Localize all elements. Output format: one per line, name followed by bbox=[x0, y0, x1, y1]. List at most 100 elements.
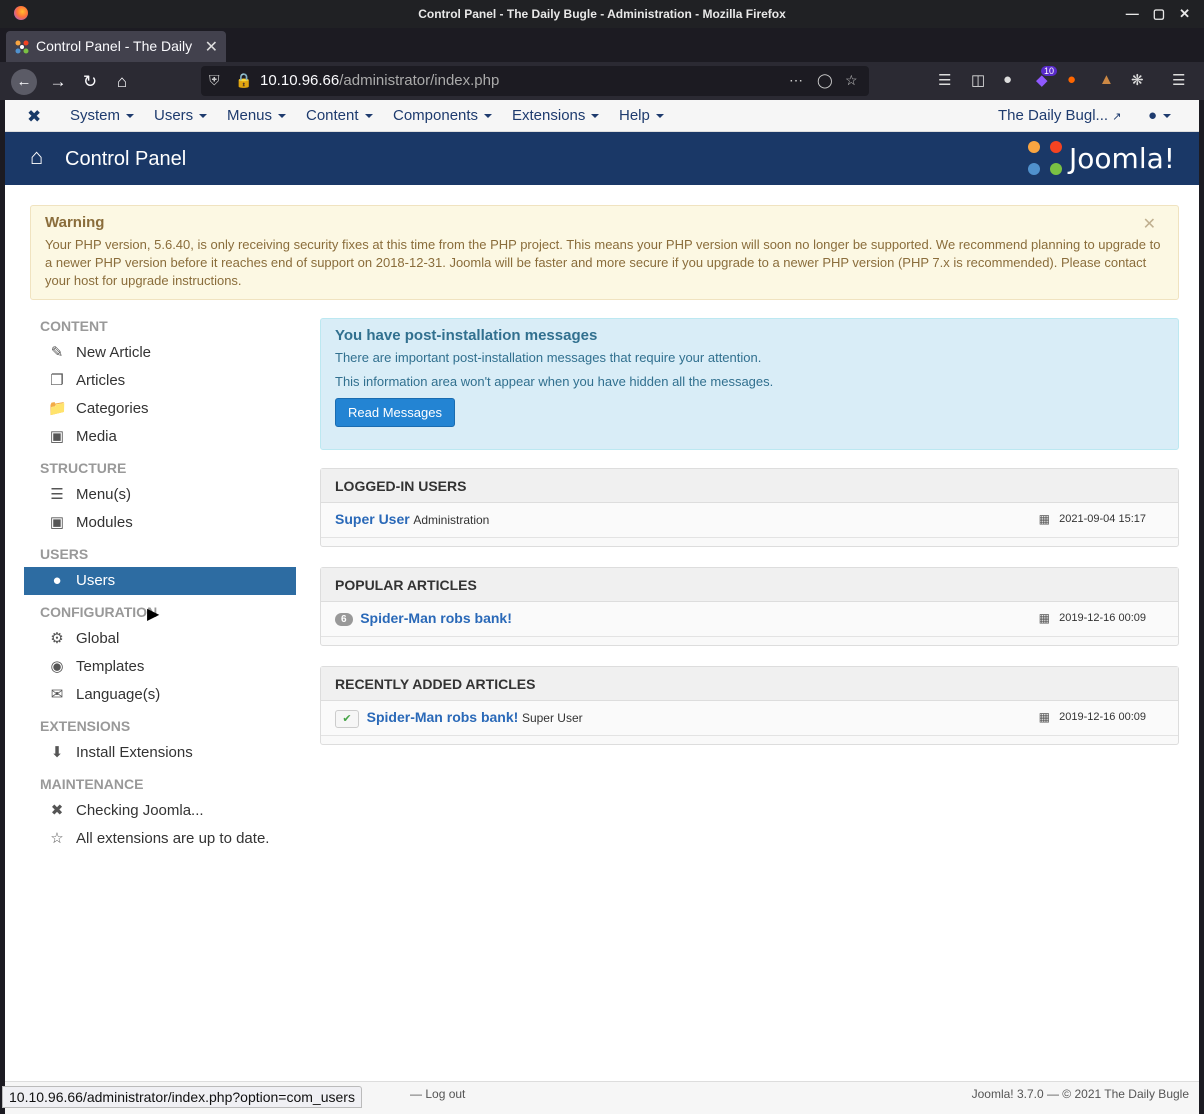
tab-bar: Control Panel - The Daily ✕ + bbox=[0, 28, 1204, 84]
site-link[interactable]: The Daily Bugl... ↗ bbox=[998, 107, 1121, 124]
joomla-icon: ✖ bbox=[50, 802, 64, 819]
article-date: 2019-12-16 00:09 bbox=[1059, 612, 1146, 624]
close-window-icon[interactable]: ✕ bbox=[1179, 6, 1190, 22]
article-link[interactable]: Spider-Man robs bank! bbox=[367, 709, 519, 725]
extension-badge: 10 bbox=[1041, 66, 1058, 76]
window-title: Control Panel - The Daily Bugle - Admini… bbox=[418, 7, 786, 21]
calendar-icon: ▦ bbox=[1038, 710, 1050, 724]
cube-icon: ▣ bbox=[49, 514, 65, 531]
recent-articles-panel: RECENTLY ADDED ARTICLES ✔ Spider-Man rob… bbox=[320, 666, 1179, 745]
eye-icon: ◉ bbox=[50, 658, 64, 675]
user-icon: ● bbox=[1148, 107, 1158, 124]
list-item: 6 Spider-Man robs bank! ▦ 2019-12-16 00:… bbox=[321, 602, 1178, 637]
sidebar-icon[interactable]: ◫ bbox=[971, 71, 985, 89]
close-tab-icon[interactable]: ✕ bbox=[205, 37, 218, 57]
page-title: Control Panel bbox=[65, 148, 187, 170]
forward-icon[interactable]: → bbox=[45, 69, 71, 95]
minimize-icon[interactable]: — bbox=[1126, 6, 1139, 22]
sidebar-item-extensions-uptodate[interactable]: ☆ All extensions are up to date. bbox=[24, 825, 296, 853]
sidebar-item-media[interactable]: ▣ Media bbox=[24, 423, 296, 451]
menu-content[interactable]: Content bbox=[306, 107, 373, 124]
image-icon: ▣ bbox=[49, 428, 65, 445]
comments-icon: ✉ bbox=[50, 686, 64, 703]
list-item: ✔ Spider-Man robs bank! Super User ▦ 201… bbox=[321, 701, 1178, 736]
bookmark-star-icon[interactable]: ☆ bbox=[845, 72, 858, 89]
postinstall-messages: You have post-installation messages Ther… bbox=[320, 318, 1179, 450]
gear-icon: ⚙ bbox=[50, 630, 64, 647]
joomla-logo: Joomla! bbox=[1027, 140, 1175, 176]
menu-menus[interactable]: Menus bbox=[227, 107, 287, 124]
pocket-icon[interactable]: ◯ bbox=[817, 72, 833, 89]
shield-icon[interactable]: ⛨ bbox=[209, 72, 220, 89]
copy-icon: ❐ bbox=[50, 372, 64, 389]
insecure-lock-icon[interactable]: 🔒 bbox=[235, 72, 252, 89]
list-item: Super User Administration ▦ 2021-09-04 1… bbox=[321, 503, 1178, 538]
section-users: USERS bbox=[40, 546, 89, 562]
account-icon[interactable]: ● bbox=[1003, 71, 1012, 88]
hits-badge: 6 bbox=[335, 613, 353, 627]
maximize-icon[interactable]: ▢ bbox=[1153, 6, 1165, 22]
tab-control-panel[interactable]: Control Panel - The Daily ✕ bbox=[6, 31, 226, 62]
menu-extensions[interactable]: Extensions bbox=[512, 107, 600, 124]
pencil-icon: ✎ bbox=[50, 344, 64, 361]
joomla-favicon-icon bbox=[15, 40, 29, 54]
published-check-icon[interactable]: ✔ bbox=[335, 709, 359, 728]
section-maintenance: MAINTENANCE bbox=[40, 776, 144, 792]
user-menu[interactable]: ● bbox=[1148, 107, 1172, 124]
logout-link[interactable]: — Log out bbox=[410, 1087, 465, 1101]
sidebar-item-global[interactable]: ⚙ Global bbox=[24, 625, 296, 653]
foxyproxy-icon[interactable]: ● bbox=[1067, 71, 1076, 88]
article-author: Super User bbox=[521, 711, 583, 725]
user-agent-icon[interactable]: ▲ bbox=[1099, 71, 1114, 88]
postinstall-title: You have post-installation messages bbox=[335, 327, 598, 344]
sidebar-item-users[interactable]: ● Users bbox=[24, 567, 296, 595]
home-icon: ⌂ bbox=[30, 144, 44, 169]
sidebar-item-menus[interactable]: ☰ Menu(s) bbox=[24, 481, 296, 509]
browser-toolbar: ← → ↻ ⌂ ⛨ 🔒 10.10.96.66/administrator/in… bbox=[0, 62, 1204, 100]
logged-in-users-panel: LOGGED-IN USERS Super User Administratio… bbox=[320, 468, 1179, 547]
url-bar[interactable]: ⛨ 🔒 10.10.96.66/administrator/index.php … bbox=[201, 66, 869, 96]
joomla-logo-icon bbox=[1028, 141, 1063, 175]
panel-title: LOGGED-IN USERS bbox=[321, 469, 1178, 503]
reload-icon[interactable]: ↻ bbox=[77, 69, 103, 95]
section-extensions: EXTENSIONS bbox=[40, 718, 131, 734]
menu-users[interactable]: Users bbox=[154, 107, 208, 124]
sidebar-item-checking-joomla[interactable]: ✖ Checking Joomla... bbox=[24, 797, 296, 825]
folder-icon: 📁 bbox=[48, 400, 67, 417]
sidebar-item-templates[interactable]: ◉ Templates bbox=[24, 653, 296, 681]
back-icon[interactable]: ← bbox=[11, 69, 37, 95]
warning-title: Warning bbox=[45, 214, 105, 231]
section-structure: STRUCTURE bbox=[40, 460, 127, 476]
sidebar-item-modules[interactable]: ▣ Modules bbox=[24, 509, 296, 537]
cookie-icon[interactable]: ❋ bbox=[1131, 71, 1144, 89]
article-link[interactable]: Spider-Man robs bank! bbox=[360, 610, 512, 626]
users-icon: ● bbox=[52, 572, 62, 589]
user-link[interactable]: Super User bbox=[335, 511, 410, 527]
sidebar-item-install-extensions[interactable]: ⬇ Install Extensions bbox=[24, 739, 296, 767]
sidebar-item-categories[interactable]: 📁 Categories bbox=[24, 395, 296, 423]
postinstall-line2: This information area won't appear when … bbox=[335, 374, 774, 389]
external-link-icon: ↗ bbox=[1112, 111, 1122, 123]
menu-components[interactable]: Components bbox=[393, 107, 493, 124]
list-icon: ☰ bbox=[50, 486, 64, 503]
home-icon[interactable]: ⌂ bbox=[109, 69, 135, 95]
sidebar-item-new-article[interactable]: ✎ New Article bbox=[24, 339, 296, 367]
close-alert-icon[interactable]: ✕ bbox=[1143, 214, 1156, 234]
read-messages-button[interactable]: Read Messages bbox=[335, 398, 455, 427]
window-border-right bbox=[1199, 100, 1204, 1114]
calendar-icon: ▦ bbox=[1038, 512, 1050, 526]
sidebar-item-languages[interactable]: ✉ Language(s) bbox=[24, 681, 296, 709]
panel-title: POPULAR ARTICLES bbox=[321, 568, 1178, 602]
menu-system[interactable]: System bbox=[70, 107, 135, 124]
minus-icon: — bbox=[410, 1087, 422, 1101]
menu-help[interactable]: Help bbox=[619, 107, 664, 124]
section-configuration: CONFIGURATION bbox=[40, 604, 158, 620]
menu-hamburger-icon[interactable]: ☰ bbox=[1172, 71, 1185, 89]
warning-text: Your PHP version, 5.6.40, is only receiv… bbox=[45, 237, 1161, 288]
article-date: 2019-12-16 00:09 bbox=[1059, 711, 1146, 723]
sidebar-item-articles[interactable]: ❐ Articles bbox=[24, 367, 296, 395]
page-actions-icon[interactable]: ⋯ bbox=[789, 72, 803, 89]
window-border-left bbox=[0, 100, 5, 1114]
library-icon[interactable]: ☰ bbox=[938, 71, 951, 89]
joomla-menu-icon[interactable]: ✖ bbox=[27, 107, 41, 127]
